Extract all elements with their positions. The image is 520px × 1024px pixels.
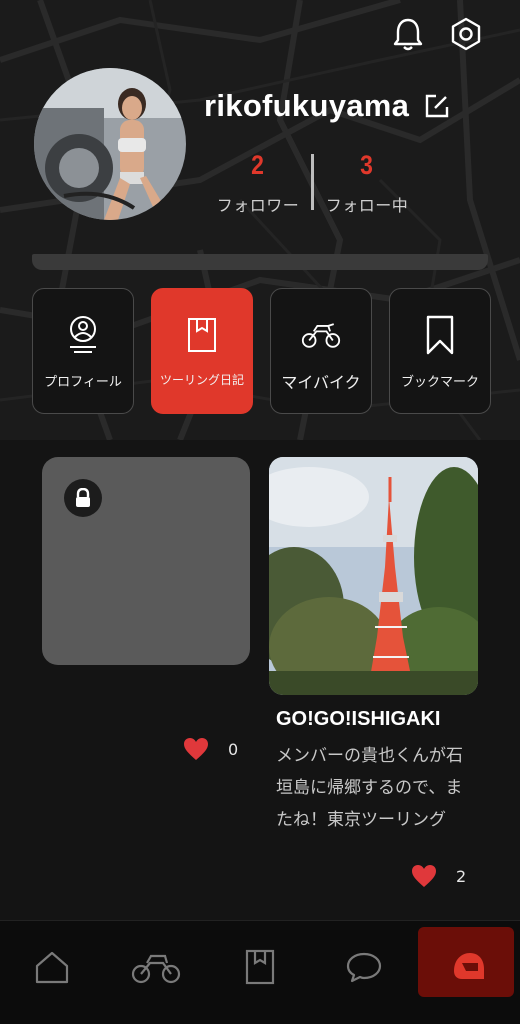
tab-label: プロフィール xyxy=(44,375,122,390)
diary-book-icon xyxy=(182,313,222,357)
nav-diary[interactable] xyxy=(208,921,312,1024)
nav-home[interactable] xyxy=(0,921,104,1024)
likes-count: 2 xyxy=(456,866,467,886)
tab-touring-diary[interactable]: ツーリング日記 xyxy=(151,288,253,414)
edit-icon[interactable] xyxy=(423,92,451,120)
tab-label: ツーリング日記 xyxy=(159,373,244,387)
followers-stat[interactable]: 2 フォロワー xyxy=(205,148,311,216)
username: rikofukuyama xyxy=(204,88,410,123)
likes-count: 0 xyxy=(228,739,239,759)
nav-mypage[interactable] xyxy=(416,921,520,1024)
top-icons xyxy=(390,16,484,52)
post-photo[interactable] xyxy=(269,457,478,695)
home-icon xyxy=(35,951,69,984)
post-body: メンバーの貴也くんが石垣島に帰郷するので、またね！東京ツーリング xyxy=(276,746,463,830)
profile-icon xyxy=(63,313,103,357)
profile-card-bottom xyxy=(32,254,488,270)
post-title[interactable]: GO!GO!ISHIGAKI xyxy=(276,708,476,731)
followers-label: フォロワー xyxy=(216,196,300,215)
lock-icon xyxy=(64,479,102,517)
followers-count: 2 xyxy=(251,150,265,180)
heart-icon[interactable] xyxy=(182,736,210,762)
heart-icon[interactable] xyxy=(410,863,438,889)
motorcycle-icon xyxy=(301,313,341,357)
tab-my-bike[interactable]: マイバイク xyxy=(270,288,372,414)
tab-bookmark[interactable]: ブックマーク xyxy=(389,288,491,414)
bookmark-icon xyxy=(420,313,460,357)
avatar[interactable] xyxy=(34,68,186,220)
tab-label: ブックマーク xyxy=(400,375,479,390)
settings-icon[interactable] xyxy=(448,16,484,52)
following-label: フォロー中 xyxy=(325,196,409,215)
following-count: 3 xyxy=(360,150,374,180)
tab-label: マイバイク xyxy=(281,373,361,392)
following-stat[interactable]: 3 フォロー中 xyxy=(314,148,420,216)
private-post-card[interactable] xyxy=(42,457,250,665)
nav-bikes[interactable] xyxy=(104,921,208,1024)
bell-icon[interactable] xyxy=(390,16,426,52)
diary-book-icon xyxy=(245,949,275,985)
username-row: rikofukuyama xyxy=(204,88,451,124)
post-likes: 2 xyxy=(410,863,466,889)
bottom-nav xyxy=(0,920,520,1024)
chat-icon xyxy=(346,952,382,983)
helmet-icon xyxy=(454,953,484,979)
motorcycle-icon xyxy=(131,954,181,984)
tab-profile[interactable]: プロフィール xyxy=(32,288,134,414)
profile-tabs: プロフィール ツーリング日記 マイバイク ブックマーク xyxy=(32,288,491,414)
follow-stats: 2 フォロワー 3 フォロー中 xyxy=(205,148,420,216)
nav-chat[interactable] xyxy=(312,921,416,1024)
post-likes: 0 xyxy=(182,736,238,762)
